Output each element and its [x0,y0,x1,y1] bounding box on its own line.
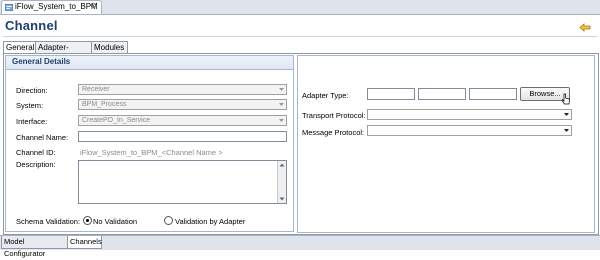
interface-combo[interactable]: CreatePO_In_Service [78,115,287,126]
schema-validation-label: Schema Validation: [16,217,81,226]
section-title: General Details [12,57,71,66]
bottom-tab-bar: Model Configurator Channels [0,235,600,258]
transport-protocol-label: Transport Protocol: [302,111,366,120]
no-validation-radio[interactable] [83,216,92,225]
adapter-swcv-field[interactable] [469,88,517,100]
no-validation-label: No Validation [93,217,138,226]
chevron-down-icon [564,113,569,116]
message-protocol-combo[interactable] [367,125,572,136]
system-value: BPM_Process [82,101,127,108]
channel-id-value: iFlow_System_to_BPM_<Channel Name > [80,148,223,157]
back-arrow-icon[interactable] [579,23,591,32]
direction-value: Receiver [82,86,110,93]
close-icon[interactable]: ⊗ [90,1,97,10]
chevron-down-icon [279,88,284,91]
channel-name-label: Channel Name: [16,133,69,142]
mouse-cursor-icon [561,93,570,105]
chevron-down-icon [279,119,284,122]
adapter-type-field[interactable] [367,88,415,100]
general-details-header: General Details [5,55,294,70]
page-title: Channel [5,18,58,33]
validation-by-adapter-label: Validation by Adapter [175,217,246,226]
tab-model-configurator[interactable]: Model Configurator [1,236,69,258]
chevron-down-icon [279,103,284,106]
direction-label: Direction: [16,86,48,95]
chevron-down-icon [564,129,569,132]
validation-by-adapter-radio[interactable] [164,216,173,225]
interface-value: CreatePO_In_Service [82,117,151,124]
adapter-panel [297,55,595,233]
system-label: System: [16,101,44,110]
header-divider [3,36,597,37]
tab-modules[interactable]: Modules [91,41,128,53]
iflow-editor-icon [5,4,13,11]
tab-adapter-specific[interactable]: Adapter-Specific [35,41,93,63]
editor-tab[interactable]: iFlow_System_to_BPM ⊗ [1,0,102,14]
transport-protocol-combo[interactable] [367,109,572,120]
adapter-type-label: Adapter Type: [302,91,349,100]
system-combo[interactable]: BPM_Process [78,99,287,110]
direction-combo[interactable]: Receiver [78,84,287,95]
editor-tab-label: iFlow_System_to_BPM [15,2,98,11]
scroll-up-icon[interactable] [279,162,285,168]
scroll-down-icon[interactable] [279,196,285,202]
tab-channels[interactable]: Channels [67,236,102,249]
interface-label: Interface: [16,117,48,126]
adapter-namespace-field[interactable] [418,88,466,100]
description-scrollbar[interactable] [277,161,286,203]
channel-name-input[interactable] [78,131,287,142]
description-textarea[interactable] [78,160,287,204]
message-protocol-label: Message Protocol: [302,128,365,137]
channel-id-label: Channel ID: [16,148,56,157]
description-label: Description: [16,160,56,169]
